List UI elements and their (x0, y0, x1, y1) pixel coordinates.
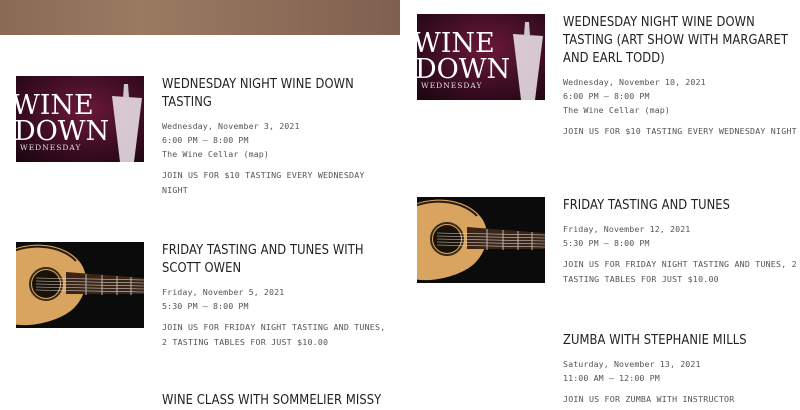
event-title[interactable]: ZUMBA WITH STEPHANIE MILLS (563, 332, 793, 350)
event-info: FRIDAY TASTING AND TUNES Friday, Novembe… (563, 197, 798, 286)
event-title[interactable]: FRIDAY TASTING AND TUNES (563, 197, 793, 215)
event-info: WEDNESDAY NIGHT WINE DOWN TASTING (ART S… (563, 14, 798, 139)
event-info: WEDNESDAY NIGHT WINE DOWN TASTING Wednes… (162, 76, 392, 197)
event-date: Friday, November 5, 2021 (162, 287, 285, 297)
event-title[interactable]: WEDNESDAY NIGHT WINE DOWN TASTING (162, 76, 392, 112)
guitar-image (16, 242, 144, 328)
hero-image-strip (0, 0, 400, 35)
wednesday-text: WEDNESDAY (20, 143, 81, 152)
wednesday-text: WEDNESDAY (421, 81, 482, 90)
event-date: Saturday, November 13, 2021 (563, 359, 701, 369)
event-date: Wednesday, November 10, 2021 (563, 77, 706, 87)
event-title[interactable]: WINE CLASS WITH SOMMELIER MISSY (162, 392, 392, 410)
event-location-link[interactable]: The Wine Cellar (map) (563, 103, 798, 117)
event-location-link[interactable]: The Wine Cellar (map) (162, 147, 392, 161)
event-thumbnail[interactable] (417, 197, 545, 283)
event-time: 6:00 PM – 8:00 PM (162, 135, 249, 145)
event-description: JOIN US FOR FRIDAY NIGHT TASTING AND TUN… (563, 259, 797, 284)
event-info: WINE CLASS WITH SOMMELIER MISSY (162, 392, 392, 410)
event-description: JOIN US FOR ZUMBA WITH INSTRUCTOR (563, 394, 735, 404)
event-time: 6:00 PM – 8:00 PM (563, 91, 650, 101)
guitar-image (417, 197, 545, 283)
event-thumbnail[interactable] (16, 242, 144, 328)
event-title[interactable]: WEDNESDAY NIGHT WINE DOWN TASTING (ART S… (563, 14, 793, 68)
event-thumbnail[interactable]: WINE DOWN WEDNESDAY (417, 14, 545, 100)
event-description: JOIN US FOR FRIDAY NIGHT TASTING AND TUN… (162, 322, 386, 347)
event-date: Friday, November 12, 2021 (563, 224, 691, 234)
event-time: 5:30 PM – 8:00 PM (162, 301, 249, 311)
event-time: 5:30 PM – 8:00 PM (563, 238, 650, 248)
event-thumbnail[interactable]: WINE DOWN WEDNESDAY (16, 76, 144, 162)
event-description: JOIN US FOR $10 TASTING EVERY WEDNESDAY … (162, 170, 365, 195)
event-time: 11:00 AM – 12:00 PM (563, 373, 660, 383)
wine-down-image: WINE DOWN WEDNESDAY (16, 76, 144, 162)
event-title[interactable]: FRIDAY TASTING AND TUNES WITH SCOTT OWEN (162, 242, 392, 278)
event-info: ZUMBA WITH STEPHANIE MILLS Saturday, Nov… (563, 332, 798, 407)
event-date: Wednesday, November 3, 2021 (162, 121, 300, 131)
event-description: JOIN US FOR $10 TASTING EVERY WEDNESDAY … (563, 126, 797, 136)
wine-down-image: WINE DOWN WEDNESDAY (417, 14, 545, 100)
event-info: FRIDAY TASTING AND TUNES WITH SCOTT OWEN… (162, 242, 392, 349)
